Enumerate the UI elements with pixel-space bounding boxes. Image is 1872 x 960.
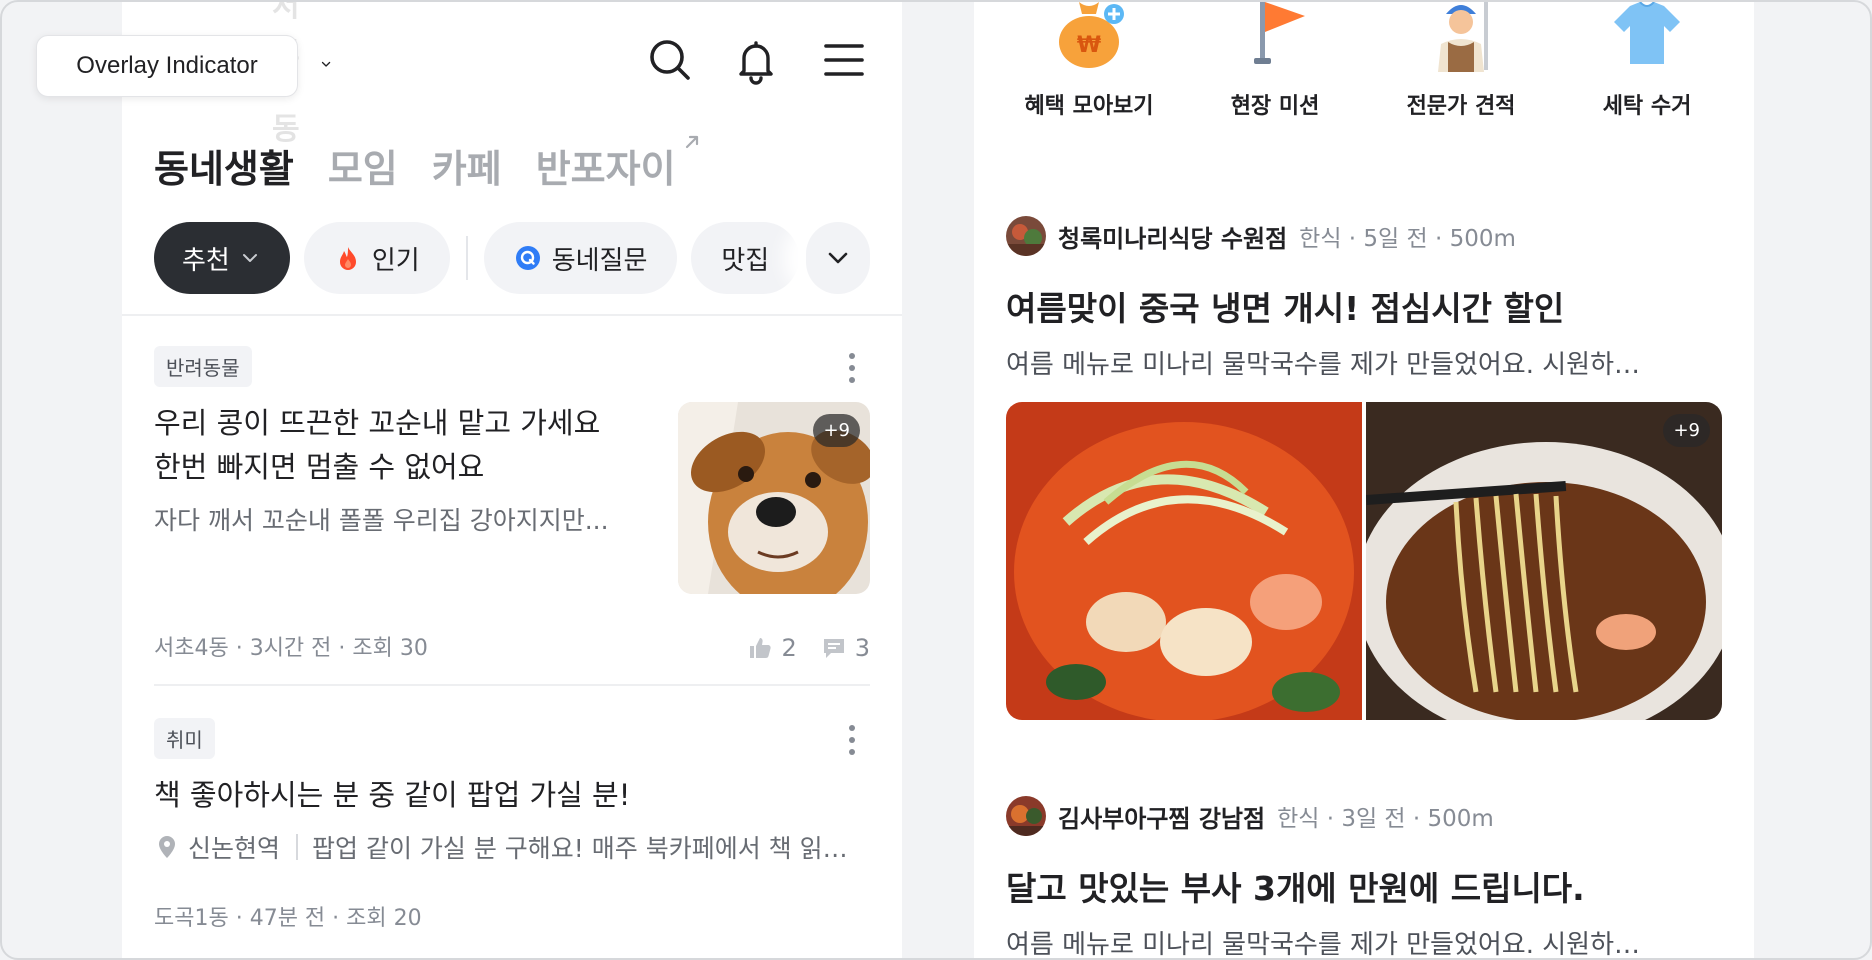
comment-count: 3 bbox=[821, 634, 870, 662]
business-post-title: 여름맞이 중국 냉면 개시! 점심시간 할인 bbox=[1006, 289, 1565, 328]
menu-icon[interactable] bbox=[818, 34, 870, 86]
chip-question[interactable]: 동네질문 bbox=[483, 222, 678, 294]
business-header: 청록미나리식당 수원점 한식 · 5일 전 · 500m bbox=[1006, 216, 1722, 256]
business-post-snippet: 여름 메뉴로 미나리 물막국수를 제가 만들었어요. 시원하게 드세요 bbox=[1006, 930, 1646, 960]
post-card[interactable]: 취미 책 좋아하시는 분 중 같이 팝업 가실 분! 신논현역 팝업 같이 가실… bbox=[154, 718, 870, 958]
chip-restaurant-label: 맛집 bbox=[721, 245, 770, 276]
local-business-panel: ₩ 혜택 모아보기 현장 미션 전문가 견적 세탁 수거 청록미나리식당 수원점… bbox=[974, 2, 1754, 960]
service-laundry[interactable]: 세탁 수거 bbox=[1554, 2, 1740, 142]
business-name[interactable]: 청록미나리식당 수원점 bbox=[1058, 219, 1287, 254]
dog-photo-thumbnail[interactable]: +9 bbox=[678, 402, 870, 594]
post-location-row: 신논현역 팝업 같이 가실 분 구해요! 매주 북카페에서 책 읽는 모임이에요 bbox=[154, 829, 870, 865]
post-snippet: 팝업 같이 가실 분 구해요! 매주 북카페에서 책 읽는 모임이에요 bbox=[312, 834, 870, 863]
service-benefits-label: 혜택 모아보기 bbox=[1024, 94, 1154, 119]
flag-icon bbox=[1230, 2, 1320, 72]
service-mission[interactable]: 현장 미션 bbox=[1182, 2, 1368, 142]
shirt-icon bbox=[1602, 2, 1692, 72]
category-badge: 취미 bbox=[154, 718, 215, 759]
noodle-soup-photo[interactable]: +9 bbox=[1366, 402, 1722, 720]
avatar bbox=[1006, 796, 1046, 836]
app-frame: 서초4동 동네생활 모임 카페 반포자이 추천 bbox=[0, 0, 1872, 960]
service-expert-quote-label: 전문가 견적 bbox=[1406, 94, 1516, 119]
image-count-badge: +9 bbox=[1663, 414, 1710, 447]
svg-text:₩: ₩ bbox=[1077, 33, 1101, 58]
chip-recommended[interactable]: 추천 bbox=[154, 222, 290, 294]
business-post-card[interactable]: 김사부아구찜 강남점 한식 · 3일 전 · 500m 달고 맛있는 부사 3개… bbox=[1006, 796, 1722, 960]
tab-banpo-xi[interactable]: 반포자이 bbox=[535, 135, 702, 193]
business-meta: 한식 · 3일 전 · 500m bbox=[1277, 806, 1494, 832]
bell-icon[interactable] bbox=[730, 34, 782, 86]
chip-divider bbox=[465, 236, 468, 280]
like-count-value: 2 bbox=[781, 634, 797, 662]
post-title-line: 한번 빠지면 멈출 수 없어요 bbox=[154, 450, 485, 484]
avatar bbox=[1006, 216, 1046, 256]
question-q-icon bbox=[515, 246, 540, 270]
like-count: 2 bbox=[747, 634, 797, 662]
post-title-line: 우리 콩이 뜨끈한 꼬순내 맡고 가세요 bbox=[154, 406, 601, 440]
chip-popular[interactable]: 인기 bbox=[303, 222, 450, 294]
service-expert-quote[interactable]: 전문가 견적 bbox=[1368, 2, 1554, 142]
more-options-icon[interactable] bbox=[846, 350, 858, 386]
tab-meetups[interactable]: 모임 bbox=[328, 138, 398, 193]
business-meta: 한식 · 5일 전 · 500m bbox=[1299, 226, 1516, 252]
location-pin-icon bbox=[159, 836, 175, 858]
service-mission-label: 현장 미션 bbox=[1230, 94, 1320, 119]
post-text: 우리 콩이 뜨끈한 꼬순내 맡고 가세요 한번 빠지면 멈출 수 없어요 자다 … bbox=[154, 401, 654, 537]
business-post-snippet: 여름 메뉴로 미나리 물막국수를 제가 만들었어요. 시원하게 드세요 bbox=[1006, 350, 1646, 380]
photo-grid: +9 bbox=[1006, 402, 1722, 720]
chevron-down-icon bbox=[321, 61, 331, 67]
worker-icon bbox=[1416, 2, 1506, 72]
post-meta: 도곡1동 · 47분 전 · 조회 20 bbox=[154, 906, 422, 931]
post-snippet: 자다 깨서 꼬순내 폴폴 우리집 강아지지만... bbox=[154, 506, 609, 535]
filter-chips: 추천 인기 동네질문 맛집 bbox=[154, 222, 870, 294]
tab-banpo-xi-label: 반포자이 bbox=[535, 147, 676, 191]
post-location: 신논현역 bbox=[188, 834, 281, 863]
chevron-down-icon bbox=[828, 252, 848, 264]
search-icon[interactable] bbox=[644, 34, 696, 86]
seafood-noodle-photo[interactable] bbox=[1006, 402, 1362, 720]
fire-icon bbox=[339, 247, 356, 270]
service-laundry-label: 세탁 수거 bbox=[1602, 94, 1692, 119]
post-title: 우리 콩이 뜨끈한 꼬순내 맡고 가세요 한번 빠지면 멈출 수 없어요 bbox=[154, 401, 654, 489]
overlay-indicator: Overlay Indicator bbox=[36, 35, 298, 97]
service-benefits[interactable]: ₩ 혜택 모아보기 bbox=[996, 2, 1182, 142]
chip-popular-label: 인기 bbox=[371, 245, 420, 276]
tab-neighborhood-life[interactable]: 동네생활 bbox=[154, 138, 294, 193]
post-title: 책 좋아하시는 분 중 같이 팝업 가실 분! bbox=[154, 778, 631, 812]
expand-chips-button[interactable] bbox=[806, 222, 870, 294]
post-stats: 2 3 bbox=[723, 634, 870, 662]
business-post-card[interactable]: 청록미나리식당 수원점 한식 · 5일 전 · 500m 여름맞이 중국 냉면 … bbox=[1006, 216, 1722, 720]
divider bbox=[296, 834, 299, 860]
money-bag-icon: ₩ bbox=[1044, 2, 1134, 72]
more-options-icon[interactable] bbox=[846, 722, 858, 758]
post-meta: 서초4동 · 3시간 전 · 조회 30 bbox=[154, 636, 428, 661]
post-card[interactable]: 반려동물 우리 콩이 뜨끈한 꼬순내 맡고 가세요 한번 빠지면 멈출 수 없어… bbox=[154, 346, 870, 686]
image-count-badge: +9 bbox=[813, 414, 860, 447]
business-header: 김사부아구찜 강남점 한식 · 3일 전 · 500m bbox=[1006, 796, 1722, 836]
chip-recommended-label: 추천 bbox=[182, 245, 230, 276]
business-name[interactable]: 김사부아구찜 강남점 bbox=[1058, 799, 1265, 834]
business-post-title: 달고 맛있는 부사 3개에 만원에 드립니다. bbox=[1006, 869, 1585, 908]
tab-cafe[interactable]: 카페 bbox=[432, 138, 502, 193]
comment-icon bbox=[823, 639, 844, 658]
comment-count-value: 3 bbox=[854, 634, 870, 662]
category-badge: 반려동물 bbox=[154, 346, 252, 387]
community-tabs: 동네생활 모임 카페 반포자이 bbox=[154, 135, 736, 193]
community-panel: 서초4동 동네생활 모임 카페 반포자이 추천 bbox=[122, 2, 902, 958]
divider bbox=[154, 684, 870, 686]
thumbs-up-icon bbox=[750, 638, 772, 658]
service-shortcuts: ₩ 혜택 모아보기 현장 미션 전문가 견적 세탁 수거 bbox=[974, 2, 1754, 142]
external-link-icon bbox=[685, 135, 698, 149]
divider bbox=[122, 314, 902, 316]
chip-question-label: 동네질문 bbox=[551, 245, 648, 276]
chip-restaurant[interactable]: 맛집 bbox=[691, 222, 800, 294]
chevron-down-icon bbox=[242, 254, 257, 262]
